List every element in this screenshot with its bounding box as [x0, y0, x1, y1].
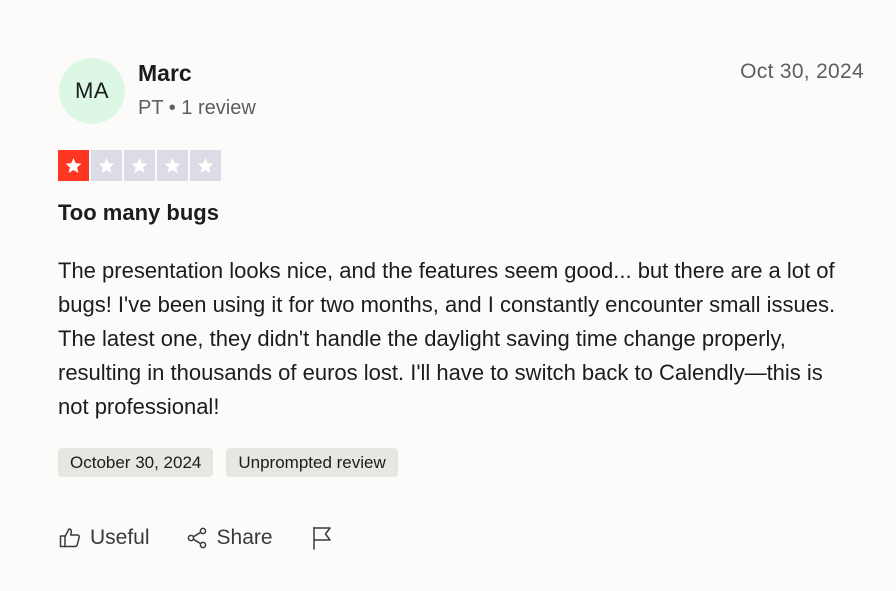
reviewer-name[interactable]: Marc [138, 60, 192, 87]
flag-icon [310, 525, 334, 551]
share-icon [185, 526, 209, 550]
share-button[interactable]: Share [185, 526, 273, 550]
experience-date-tag: October 30, 2024 [58, 448, 214, 477]
review-type-tag[interactable]: Unprompted review [226, 448, 398, 477]
star-rating [58, 150, 221, 181]
review-actions: Useful Share [58, 521, 334, 555]
useful-button[interactable]: Useful [58, 526, 150, 550]
review-card: MA Marc PT • 1 review Oct 30, 2024 Too m… [0, 0, 896, 591]
star-icon-2 [91, 150, 122, 181]
thumbs-up-icon [58, 526, 82, 550]
avatar[interactable]: MA [59, 58, 125, 124]
review-tags: October 30, 2024 Unprompted review [58, 448, 398, 477]
star-icon-4 [157, 150, 188, 181]
reviewer-meta: PT • 1 review [138, 97, 256, 119]
useful-label: Useful [90, 526, 150, 549]
star-icon-3 [124, 150, 155, 181]
report-button[interactable] [310, 525, 334, 551]
share-label: Share [216, 526, 273, 549]
star-icon-5 [190, 150, 221, 181]
review-date: Oct 30, 2024 [740, 60, 864, 83]
review-body: The presentation looks nice, and the fea… [58, 258, 836, 419]
avatar-initials: MA [75, 78, 109, 103]
review-title[interactable]: Too many bugs [58, 200, 219, 226]
star-icon-1 [58, 150, 89, 181]
